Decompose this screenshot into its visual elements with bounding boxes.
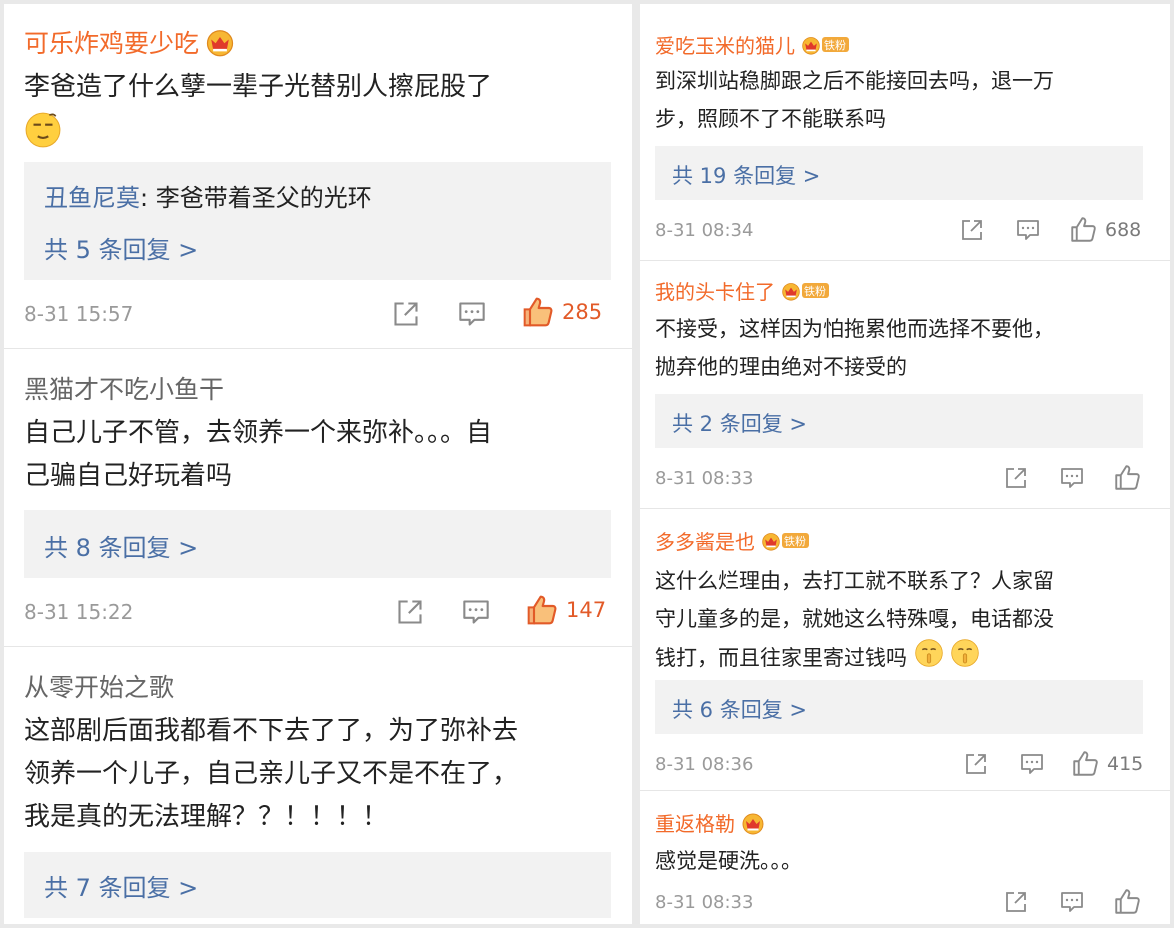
share-button[interactable] (1004, 890, 1028, 914)
view-replies-link[interactable]: 共 2 条回复 > (672, 408, 807, 438)
share-icon (960, 218, 984, 242)
fan-badge-icon: 铁粉 (761, 531, 809, 551)
view-replies-link[interactable]: 共 6 条回复 > (672, 694, 807, 724)
reply-preview-box[interactable]: 共 6 条回复 > (655, 680, 1143, 734)
comment-icon (458, 300, 486, 328)
comment-body: 不接受，这样因为怕拖累他而选择不要他， 抛弃他的理由绝对不接受的 (655, 317, 1054, 379)
reply-button[interactable] (1060, 466, 1084, 490)
fan-badge-icon: 铁粉 (781, 281, 829, 301)
comment-time: 8-31 08:33 (655, 468, 754, 489)
comment-time: 8-31 08:34 (655, 220, 754, 241)
like-count: 285 (562, 300, 603, 324)
vip-crown-icon (205, 27, 235, 57)
reply-preview[interactable]: 丑鱼尼莫: 李爸带着圣父的光环 (44, 178, 372, 213)
fan-badge-icon: 铁粉 (801, 35, 849, 55)
shush-emoji (914, 638, 944, 680)
share-button[interactable] (396, 598, 424, 626)
like-count: 147 (566, 598, 607, 622)
reply-preview-box[interactable]: 共 19 条回复 > (655, 146, 1143, 200)
like-button[interactable] (1114, 464, 1141, 491)
comment-username[interactable]: 从零开始之歌 (24, 668, 174, 704)
thumbs-up-icon (1070, 216, 1097, 243)
reply-preview-box[interactable]: 共 2 条回复 > (655, 394, 1143, 448)
thumbs-up-icon (526, 594, 558, 626)
share-button[interactable] (1004, 466, 1028, 490)
comment-icon (1020, 752, 1044, 776)
divider (640, 260, 1170, 261)
share-icon (392, 300, 420, 328)
comment-username[interactable]: 重返格勒 (655, 808, 765, 837)
reply-button[interactable] (1020, 752, 1044, 776)
view-replies-link[interactable]: 共 5 条回复 > (44, 230, 198, 265)
comment-username[interactable]: 我的头卡住了 铁粉 (655, 276, 829, 305)
right-comment-panel: 爱吃玉米的猫儿 铁粉 到深圳站稳脚跟之后不能接回去吗，退一万 步，照顾不了不能联… (640, 4, 1170, 924)
reply-preview-box[interactable]: 丑鱼尼莫: 李爸带着圣父的光环 共 5 条回复 > (24, 162, 611, 280)
view-replies-link[interactable]: 共 7 条回复 > (44, 868, 198, 903)
like-count: 688 (1105, 218, 1142, 241)
view-replies-link[interactable]: 共 8 条回复 > (44, 528, 198, 563)
comment-username[interactable]: 可乐炸鸡要少吃 (24, 24, 235, 60)
comment-body: 李爸造了什么孽一辈子光替别人擦屁股了 (24, 66, 614, 163)
vip-crown-icon (741, 811, 765, 835)
like-button[interactable] (1114, 888, 1141, 915)
share-icon (964, 752, 988, 776)
reply-button[interactable] (1060, 890, 1084, 914)
reply-button[interactable] (1016, 218, 1040, 242)
like-button[interactable]: 285 (522, 296, 602, 328)
thumbs-up-icon (1114, 888, 1141, 915)
comment-body: 这部剧后面我都看不下去了了，为了弥补去 领养一个儿子，自己亲儿子又不是不在了， … (24, 716, 519, 832)
thinking-emoji (24, 111, 62, 163)
reply-preview-box[interactable]: 共 8 条回复 > (24, 510, 611, 578)
comment-time: 8-31 15:57 (24, 302, 134, 326)
share-icon (1004, 890, 1028, 914)
comment-username[interactable]: 多多酱是也 铁粉 (655, 526, 809, 555)
comment-time: 8-31 08:33 (655, 892, 754, 913)
comment-icon (1060, 890, 1084, 914)
shush-emoji (950, 638, 980, 680)
thumbs-up-icon (1114, 464, 1141, 491)
comment-body: 这什么烂理由，去打工就不联系了？人家留 守儿童多的是，就她这么特殊嘎，电话都没 … (655, 562, 1165, 680)
reply-button[interactable] (458, 300, 486, 328)
comment-body: 感觉是硬洗。。。 (655, 849, 802, 873)
divider (4, 348, 632, 349)
like-button[interactable]: 415 (1072, 750, 1143, 777)
comment-time: 8-31 08:36 (655, 754, 754, 775)
divider (640, 508, 1170, 509)
comment-username[interactable]: 爱吃玉米的猫儿 铁粉 (655, 30, 849, 59)
comment-username[interactable]: 黑猫才不吃小鱼干 (24, 370, 224, 406)
view-replies-link[interactable]: 共 19 条回复 > (672, 160, 820, 190)
divider (640, 790, 1170, 791)
comment-icon (1016, 218, 1040, 242)
like-button[interactable]: 147 (526, 594, 606, 626)
left-comment-panel: 可乐炸鸡要少吃 李爸造了什么孽一辈子光替别人擦屁股了 丑鱼尼莫: 李爸带着圣父的… (4, 4, 632, 924)
comment-body: 到深圳站稳脚跟之后不能接回去吗，退一万 步，照顾不了不能联系吗 (655, 69, 1054, 131)
comment-body: 自己儿子不管，去领养一个来弥补。。。自 己骗自己好玩着吗 (24, 418, 493, 491)
comment-icon (1060, 466, 1084, 490)
comment-time: 8-31 15:22 (24, 600, 134, 624)
divider (4, 646, 632, 647)
reply-button[interactable] (462, 598, 490, 626)
share-icon (1004, 466, 1028, 490)
share-button[interactable] (964, 752, 988, 776)
share-button[interactable] (960, 218, 984, 242)
reply-preview-box[interactable]: 共 7 条回复 > (24, 852, 611, 918)
share-icon (396, 598, 424, 626)
comment-icon (462, 598, 490, 626)
like-button[interactable]: 688 (1070, 216, 1141, 243)
share-button[interactable] (392, 300, 420, 328)
thumbs-up-icon (522, 296, 554, 328)
like-count: 415 (1107, 752, 1144, 775)
thumbs-up-icon (1072, 750, 1099, 777)
